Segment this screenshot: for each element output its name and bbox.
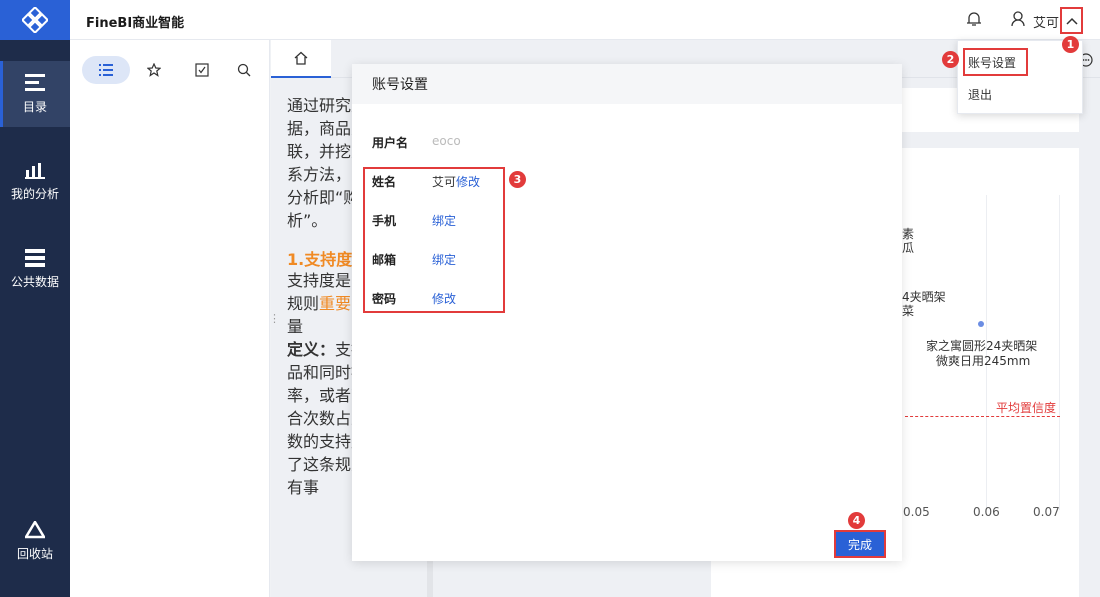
directory-panel [70,40,270,597]
step-badge: 3 [509,171,526,188]
gridline [1059,195,1060,510]
account-menu-toggle[interactable] [1060,7,1083,34]
field-label-email: 邮箱 [372,253,397,267]
x-tick-label: 0.07 [1033,505,1060,519]
average-label: 平均置信度 [996,401,1057,415]
x-tick-label: 0.05 [903,505,930,519]
logo-icon [22,7,48,33]
nav-item-label: 目录 [22,99,47,114]
left-nav: 目录 我的分析 公共数据 回收站 [0,0,70,597]
user-icon[interactable] [1011,11,1025,27]
bell-icon[interactable] [967,11,981,27]
step-badge: 1 [1062,36,1079,53]
name-value: 艾可 [432,175,457,189]
logo[interactable] [0,0,70,40]
edit-box-icon [195,63,209,77]
scatter-point[interactable] [978,321,984,327]
chart-label: 瓜 [902,241,915,255]
text-span: 量 [287,317,304,336]
text-span: 支持度是 [287,271,352,290]
field-label-name: 姓名 [372,175,397,189]
menu-item-account-settings[interactable]: 账号设置 [968,54,1016,71]
top-bar: FineBI商业智能 艾可 [70,0,1100,40]
bind-phone-link[interactable]: 绑定 [432,212,456,229]
username[interactable]: 艾可 [1033,12,1059,31]
account-settings-dialog: 账号设置 用户名 eoco 姓名 艾可修改 手机 绑定 邮箱 绑定 密码 修改 … [352,64,902,561]
catalog-icon [25,73,45,91]
change-password-link[interactable]: 修改 [432,290,456,307]
chart-label: 微爽日用245mm [936,354,1031,368]
text-span: 规则 [287,294,320,313]
field-label-phone: 手机 [372,214,397,228]
list-icon [99,64,113,76]
x-tick-label: 0.06 [973,505,1000,519]
name-field: 艾可修改 [432,173,480,190]
drag-handle[interactable]: ⋮ [269,312,280,325]
card [711,575,1079,597]
nav-item-recycle-bin[interactable]: 回收站 [0,508,70,574]
home-icon [294,51,308,65]
nav-item-label: 公共数据 [10,274,59,289]
average-line [905,416,1060,417]
definition-label: 定义： [287,340,336,359]
nav-item-public-data[interactable]: 公共数据 [0,236,70,302]
text-span: 重要 [319,294,352,313]
dialog-title: 账号设置 [352,64,902,104]
tab-home[interactable] [271,40,331,78]
chevron-up-icon [1065,17,1078,25]
search-button[interactable] [220,56,268,84]
step-badge: 2 [942,51,959,68]
nav-item-label: 回收站 [16,546,53,561]
finish-button[interactable]: 完成 [834,530,886,558]
edit-name-link[interactable]: 修改 [456,175,480,189]
tab-edited[interactable] [178,56,226,84]
star-icon [147,63,161,77]
step-badge: 4 [848,512,865,529]
recycle-icon [25,520,45,538]
tab-directory-list[interactable] [82,56,130,84]
nav-item-directory[interactable]: 目录 [0,61,70,127]
bar-chart-icon [25,162,45,179]
field-label-password: 密码 [372,292,397,306]
search-icon [237,63,251,77]
database-icon [25,248,45,267]
nav-item-label: 我的分析 [10,186,59,201]
nav-item-my-analysis[interactable]: 我的分析 [0,148,70,214]
menu-item-logout[interactable]: 退出 [968,86,992,103]
app-title: FineBI商业智能 [86,16,185,31]
account-dropdown: 账号设置 退出 [957,40,1083,114]
chart-label: 菜 [902,304,915,318]
tab-favorites[interactable] [130,56,178,84]
field-label-username: 用户名 [372,136,409,150]
username-value: eoco [432,134,461,148]
bind-email-link[interactable]: 绑定 [432,251,456,268]
